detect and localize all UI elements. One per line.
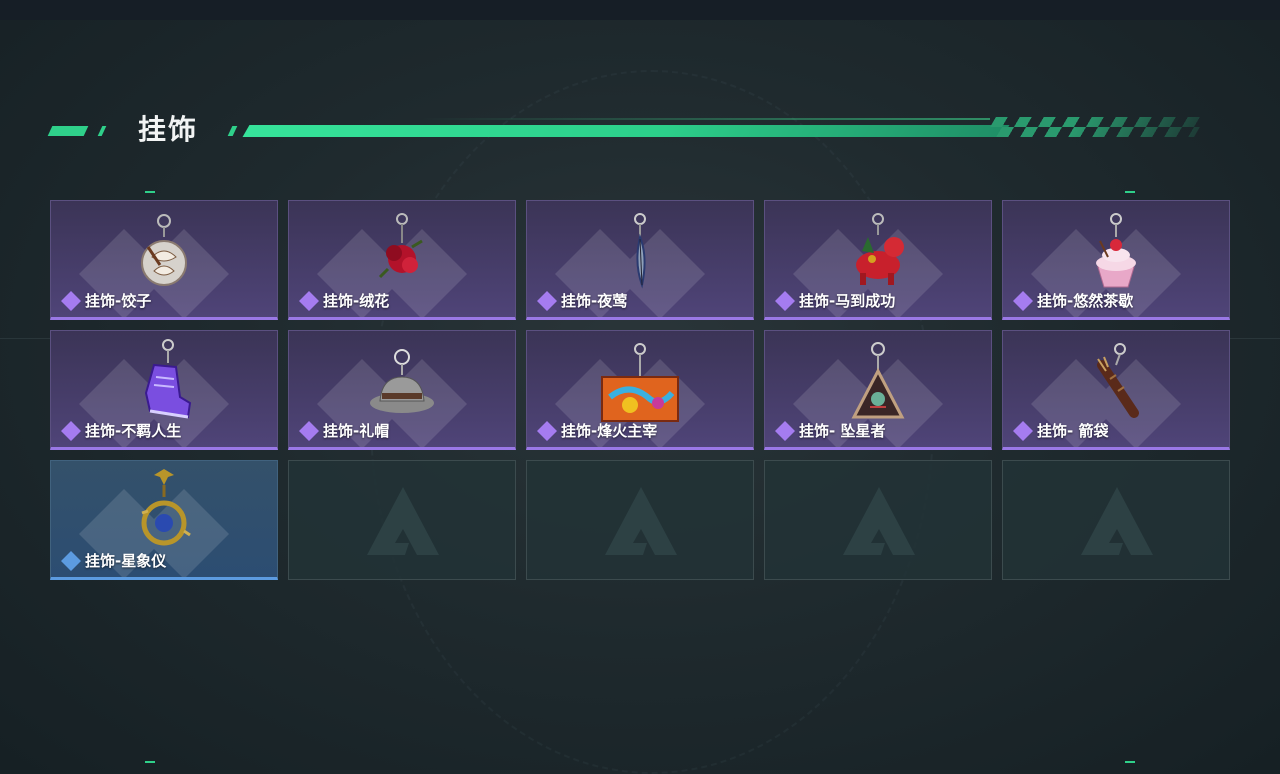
charm-name: 挂饰-星象仪 xyxy=(85,552,167,570)
triangle-emblem-charm-icon xyxy=(851,342,905,419)
corner-marker-top-right xyxy=(1125,191,1135,193)
header-progress-bar xyxy=(242,125,1010,137)
red-horse-charm-icon xyxy=(856,213,904,285)
charm-name: 挂饰- 箭袋 xyxy=(1037,422,1109,440)
velvet-flower-charm-icon xyxy=(378,213,423,279)
empty-slot-logo-icon xyxy=(367,487,439,555)
charm-name: 挂饰-夜莺 xyxy=(561,292,628,310)
charm-card[interactable]: 挂饰- 箭袋 xyxy=(1002,330,1230,450)
charm-name: 挂饰-烽火主宰 xyxy=(561,422,658,440)
charm-name: 挂饰-悠然茶歇 xyxy=(1037,292,1134,310)
side-line-left xyxy=(0,338,50,339)
rarity-diamond-icon xyxy=(775,290,795,311)
astrolabe-charm-icon xyxy=(141,469,191,546)
header-thin-line xyxy=(420,118,990,120)
charm-card[interactable]: 挂饰-礼帽 xyxy=(288,330,516,450)
rarity-diamond-icon xyxy=(61,290,81,311)
header-checker-pattern xyxy=(984,117,1206,137)
charm-card[interactable]: 挂饰-绒花 xyxy=(288,200,516,320)
rarity-diamond-icon xyxy=(537,420,557,441)
charm-card[interactable]: 挂饰-星象仪 xyxy=(50,460,278,580)
empty-slot-logo-icon xyxy=(843,487,915,555)
cupcake-charm-icon xyxy=(1096,213,1136,288)
top-bar xyxy=(0,0,1280,20)
fedora-hat-charm-icon xyxy=(370,349,434,413)
charm-name: 挂饰-绒花 xyxy=(323,292,390,310)
rarity-diamond-icon xyxy=(299,420,319,441)
corner-marker-bottom-right xyxy=(1125,761,1135,763)
corner-marker-top-left xyxy=(145,191,155,193)
charm-card[interactable]: 挂饰-悠然茶歇 xyxy=(1002,200,1230,320)
rarity-diamond-icon xyxy=(775,420,795,441)
empty-slot-logo-icon xyxy=(605,487,677,555)
empty-slot xyxy=(764,460,992,580)
charm-card[interactable]: 挂饰-马到成功 xyxy=(764,200,992,320)
charm-card[interactable]: 挂饰-烽火主宰 xyxy=(526,330,754,450)
rarity-diamond-icon xyxy=(537,290,557,311)
charm-name: 挂饰-礼帽 xyxy=(323,422,390,440)
charm-name: 挂饰- 坠星者 xyxy=(799,422,886,440)
page-title: 挂饰 xyxy=(138,113,199,146)
rarity-diamond-icon xyxy=(1013,420,1033,441)
nightingale-feather-charm-icon xyxy=(634,213,646,289)
charm-card[interactable]: 挂饰-不羁人生 xyxy=(50,330,278,450)
charm-name: 挂饰-马到成功 xyxy=(799,292,896,310)
charm-card[interactable]: 挂饰- 坠星者 xyxy=(764,330,992,450)
empty-slot xyxy=(526,460,754,580)
sneaker-charm-icon xyxy=(144,339,192,419)
empty-slot-logo-icon xyxy=(1081,487,1153,555)
corner-marker-bottom-left xyxy=(145,761,155,763)
empty-slot xyxy=(288,460,516,580)
graffiti-box-charm-icon xyxy=(601,343,679,422)
charm-card[interactable]: 挂饰-夜莺 xyxy=(526,200,754,320)
rarity-diamond-icon xyxy=(61,550,81,571)
quiver-charm-icon xyxy=(1097,343,1139,418)
charm-grid: 挂饰-饺子 挂饰-绒花 挂饰-夜莺 挂饰-马到成功 挂饰-悠然茶歇 挂饰-不羁人… xyxy=(50,200,1230,580)
charm-card[interactable]: 挂饰-饺子 xyxy=(50,200,278,320)
dumpling-charm-icon xyxy=(141,214,187,286)
rarity-diamond-icon xyxy=(1013,290,1033,311)
empty-slot xyxy=(1002,460,1230,580)
header-accent-tick xyxy=(97,126,107,136)
charm-name: 挂饰-不羁人生 xyxy=(85,422,182,440)
header-accent-block xyxy=(47,126,89,136)
side-line-right xyxy=(1230,338,1280,339)
charm-name: 挂饰-饺子 xyxy=(85,292,152,310)
header-accent-tick-2 xyxy=(227,126,238,136)
rarity-diamond-icon xyxy=(61,420,81,441)
rarity-diamond-icon xyxy=(299,290,319,311)
